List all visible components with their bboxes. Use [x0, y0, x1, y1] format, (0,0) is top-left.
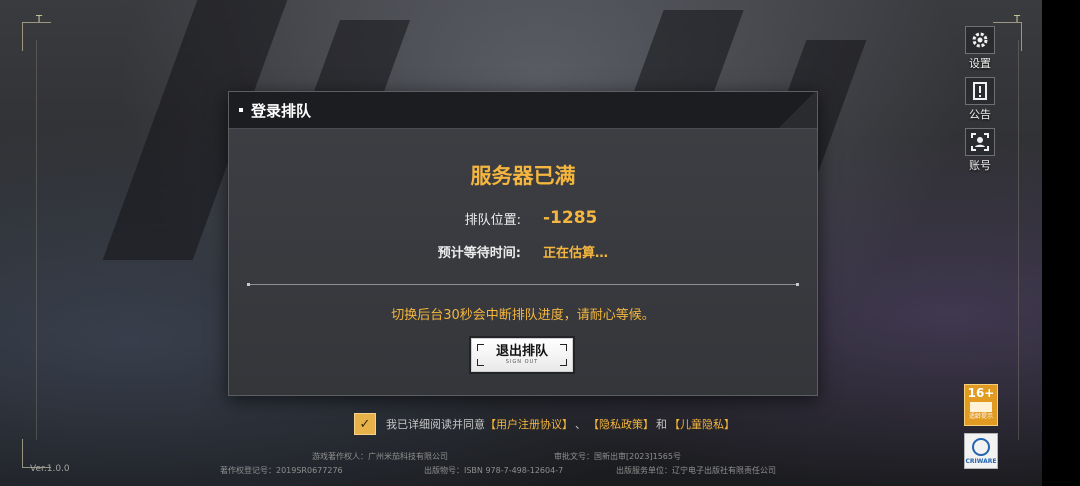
criware-logo: CRIWARE	[964, 433, 998, 469]
frame-marker-left: T	[36, 14, 43, 25]
criware-text: CRIWARE	[965, 458, 997, 465]
account-button[interactable]: 账号	[963, 128, 997, 173]
button-bracket	[560, 359, 567, 366]
button-bracket	[477, 344, 484, 351]
age-rating-label: 适龄提示	[968, 413, 993, 420]
age-rating-icon	[970, 402, 992, 412]
agreement-row: ✓ 我已详细阅读并同意 【用户注册协议】 、 【隐私政策】 和 【儿童隐私】	[354, 413, 735, 435]
wait-time-value: 正在估算…	[543, 246, 609, 261]
agreement-text: 我已详细阅读并同意	[386, 418, 485, 431]
privacy-policy-link[interactable]: 【隐私政策】	[588, 416, 654, 432]
background-warning-notice: 切换后台30秒会中断排队进度，请耐心等候。	[391, 308, 655, 323]
settings-label: 设置	[969, 57, 991, 70]
registration-number-text: 著作权登记号：2019SR0677276	[220, 466, 343, 475]
frame-line-left	[36, 40, 37, 440]
notice-icon	[965, 77, 995, 105]
announcement-button[interactable]: 公告	[963, 77, 997, 122]
agreement-checkbox[interactable]: ✓	[354, 413, 376, 435]
header-bullet-icon	[239, 108, 243, 112]
child-privacy-link[interactable]: 【儿童隐私】	[669, 416, 735, 432]
queue-position-row: 排队位置: -1285	[229, 208, 817, 228]
copyright-holder-text: 游戏著作权人：广州米茄科技有限公司	[312, 452, 448, 461]
queue-position-value: -1285	[543, 208, 598, 228]
button-bracket	[477, 359, 484, 366]
dialog-header: 登录排队	[229, 92, 817, 129]
header-corner-decoration	[777, 92, 817, 128]
screen-edge-band	[1042, 0, 1080, 486]
server-status-text: 服务器已满	[470, 164, 576, 188]
publisher-text: 出版服务单位：辽宁电子出版社有限责任公司	[616, 466, 776, 475]
isbn-text: 出版物号：ISBN 978-7-498-12604-7	[424, 466, 564, 475]
sign-out-label: 退出排队	[495, 344, 548, 359]
login-queue-dialog: 登录排队 服务器已满 排队位置: -1285 预计等待时间: 正在估算… 切换后…	[228, 91, 818, 396]
account-label: 账号	[969, 159, 991, 172]
gear-icon	[965, 26, 995, 54]
user-agreement-link[interactable]: 【用户注册协议】	[485, 416, 573, 432]
frame-marker-right: T	[1014, 14, 1021, 25]
age-rating-badge: 16+ 适龄提示	[964, 384, 998, 426]
criware-icon	[972, 438, 990, 456]
settings-button[interactable]: 设置	[963, 26, 997, 71]
age-rating-value: 16+	[967, 386, 995, 400]
approval-number-text: 审批文号：国新出审[2023]1565号	[554, 452, 681, 461]
button-bracket	[560, 344, 567, 351]
dialog-title: 登录排队	[251, 101, 312, 120]
queue-position-label: 排队位置:	[464, 212, 521, 228]
agreement-separator: 、	[575, 418, 586, 431]
announcement-label: 公告	[969, 108, 991, 121]
version-text: Ver.1.0.0	[30, 464, 70, 474]
sign-out-button[interactable]: 退出排队 SIGN OUT	[471, 338, 573, 372]
dialog-divider	[247, 283, 799, 286]
agreement-and: 和	[656, 418, 667, 431]
user-icon	[965, 128, 995, 156]
wait-time-row: 预计等待时间: 正在估算…	[229, 242, 817, 261]
frame-line-right	[1018, 40, 1019, 440]
wait-time-label: 预计等待时间:	[437, 246, 521, 261]
sign-out-sublabel: SIGN OUT	[505, 359, 539, 365]
